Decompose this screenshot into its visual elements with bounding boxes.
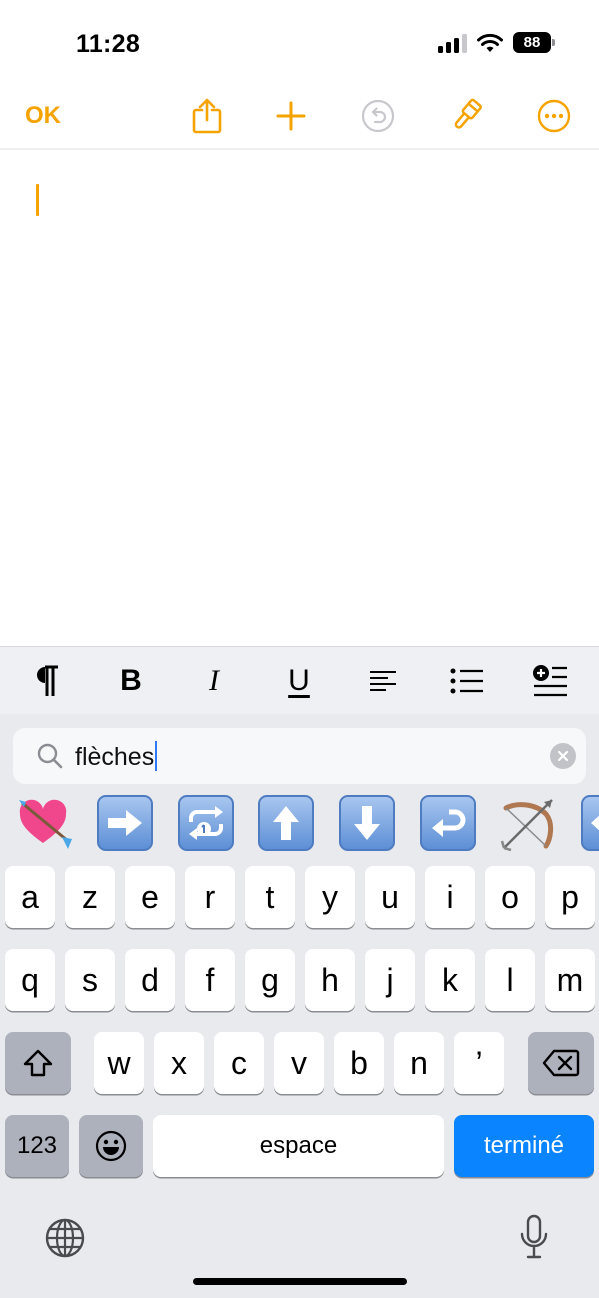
emoji-search-input[interactable]: flèches xyxy=(75,741,158,772)
paragraph-icon xyxy=(37,665,58,696)
repeat-single-icon xyxy=(189,806,223,840)
list-button[interactable] xyxy=(447,661,487,701)
search-caret xyxy=(155,741,158,771)
share-icon xyxy=(192,98,222,134)
key-k[interactable]: k xyxy=(425,949,475,1011)
emoji-results xyxy=(0,794,599,854)
status-time: 11:28 xyxy=(76,30,141,58)
emoji-left-right-arrow[interactable] xyxy=(578,794,599,852)
markup-brush-icon xyxy=(454,98,482,129)
emoji-repeat-single-button[interactable] xyxy=(175,794,237,852)
return-arrow-icon xyxy=(432,809,466,837)
align-button[interactable] xyxy=(363,661,403,701)
clear-icon xyxy=(557,750,569,762)
keyboard: flèches 123 espace terminé a z e r t y u… xyxy=(0,714,599,1298)
format-bar: B I U xyxy=(0,646,599,715)
space-key[interactable]: espace xyxy=(153,1115,444,1177)
key-f[interactable]: f xyxy=(185,949,235,1011)
up-arrow-icon xyxy=(273,806,299,840)
key-x[interactable]: x xyxy=(154,1032,204,1094)
emoji-bow-and-arrow[interactable] xyxy=(497,794,559,852)
key-w[interactable]: w xyxy=(94,1032,144,1094)
battery-icon: 88 xyxy=(513,32,555,53)
microphone-icon[interactable] xyxy=(518,1214,550,1260)
align-left-icon xyxy=(370,671,396,691)
emoji-key[interactable] xyxy=(79,1115,143,1177)
globe-icon[interactable] xyxy=(44,1217,86,1259)
key-v[interactable]: v xyxy=(274,1032,324,1094)
more-icon xyxy=(537,99,571,133)
emoji-up-arrow[interactable] xyxy=(255,794,317,852)
key-i[interactable]: i xyxy=(425,866,475,928)
key-h[interactable]: h xyxy=(305,949,355,1011)
key-a[interactable]: a xyxy=(5,866,55,928)
key-l[interactable]: l xyxy=(485,949,535,1011)
ok-button[interactable]: OK xyxy=(25,88,61,144)
italic-button[interactable]: I xyxy=(194,661,234,701)
emoji-right-arrow[interactable] xyxy=(94,794,156,852)
key-g[interactable]: g xyxy=(245,949,295,1011)
key-j[interactable]: j xyxy=(365,949,415,1011)
text-caret xyxy=(36,184,39,216)
notes-toolbar: OK xyxy=(0,88,599,148)
numbers-key[interactable]: 123 xyxy=(5,1115,69,1177)
heart-with-arrow-icon xyxy=(19,799,72,849)
left-right-arrow-icon xyxy=(591,815,599,831)
key-apostrophe[interactable]: ’ xyxy=(454,1032,504,1094)
bow-and-arrow-icon xyxy=(500,799,554,852)
emoji-down-arrow[interactable] xyxy=(336,794,398,852)
bold-button[interactable]: B xyxy=(111,661,151,701)
done-key[interactable]: terminé xyxy=(454,1115,594,1177)
key-c[interactable]: c xyxy=(214,1032,264,1094)
key-d[interactable]: d xyxy=(125,949,175,1011)
backspace-key[interactable] xyxy=(528,1032,594,1094)
note-editor[interactable] xyxy=(0,150,599,646)
shift-icon xyxy=(23,1049,53,1077)
undo-icon xyxy=(361,99,395,133)
key-y[interactable]: y xyxy=(305,866,355,928)
emoji-search-field[interactable]: flèches xyxy=(13,728,586,784)
more-button[interactable] xyxy=(534,88,574,144)
add-button[interactable] xyxy=(271,88,311,144)
underline-button[interactable]: U xyxy=(279,661,319,701)
wifi-icon xyxy=(477,33,503,52)
key-r[interactable]: r xyxy=(185,866,235,928)
clear-search-button[interactable] xyxy=(550,743,576,769)
key-n[interactable]: n xyxy=(394,1032,444,1094)
shift-key[interactable] xyxy=(5,1032,71,1094)
undo-button[interactable] xyxy=(358,88,398,144)
status-bar: 11:28 88 xyxy=(0,0,599,88)
indent-button[interactable] xyxy=(530,661,570,701)
right-arrow-icon xyxy=(108,810,142,836)
backspace-icon xyxy=(542,1049,580,1077)
bulleted-list-icon xyxy=(450,668,483,694)
key-z[interactable]: z xyxy=(65,866,115,928)
key-m[interactable]: m xyxy=(545,949,595,1011)
status-icons: 88 xyxy=(438,32,555,53)
search-icon xyxy=(37,743,63,769)
emoji-search-query: flèches xyxy=(75,743,155,771)
key-t[interactable]: t xyxy=(245,866,295,928)
markup-button[interactable] xyxy=(446,88,486,144)
home-indicator xyxy=(193,1278,407,1285)
battery-level: 88 xyxy=(523,34,541,51)
key-e[interactable]: e xyxy=(125,866,175,928)
emoji-face-icon xyxy=(95,1130,127,1162)
emoji-heart-with-arrow[interactable] xyxy=(14,794,76,852)
key-q[interactable]: q xyxy=(5,949,55,1011)
indent-icon xyxy=(533,665,567,697)
key-u[interactable]: u xyxy=(365,866,415,928)
key-s[interactable]: s xyxy=(65,949,115,1011)
cellular-signal-icon xyxy=(438,33,467,53)
paragraph-style-button[interactable] xyxy=(27,661,67,701)
add-icon xyxy=(276,101,306,131)
key-o[interactable]: o xyxy=(485,866,535,928)
emoji-right-arrow-curving-left[interactable] xyxy=(417,794,479,852)
share-button[interactable] xyxy=(187,88,227,144)
key-p[interactable]: p xyxy=(545,866,595,928)
down-arrow-icon xyxy=(354,806,380,840)
key-b[interactable]: b xyxy=(334,1032,384,1094)
